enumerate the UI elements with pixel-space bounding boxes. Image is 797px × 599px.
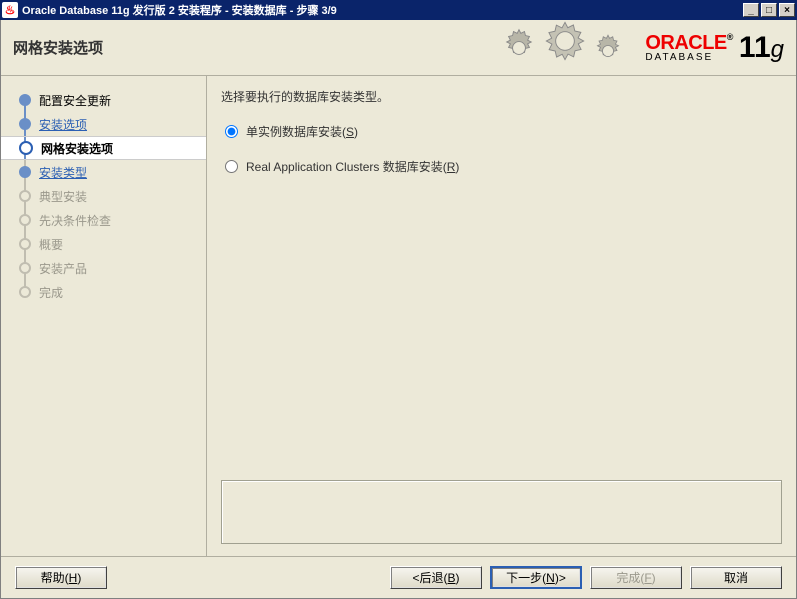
oracle-logo: ORACLE® DATABASE: [645, 33, 733, 63]
header: 网格安装选项 ORACLE® DATABASE 11g: [1, 20, 796, 76]
step-install-product: 安装产品: [1, 256, 206, 280]
finish-button: 完成(F): [590, 566, 682, 589]
version-label: 11g: [739, 31, 784, 65]
step-finish: 完成: [1, 280, 206, 304]
maximize-button[interactable]: □: [761, 3, 777, 17]
java-icon: ♨: [2, 2, 18, 18]
logo-sub: DATABASE: [645, 53, 733, 63]
logo-main: ORACLE: [645, 32, 726, 54]
main-panel: 选择要执行的数据库安装类型。 单实例数据库安装(S) Real Applicat…: [206, 76, 796, 556]
wizard-steps: 配置安全更新 安装选项 网格安装选项 安装类型 典型安装 先决条件检查 概要 安…: [1, 76, 206, 556]
option-rac[interactable]: Real Application Clusters 数据库安装(R): [221, 158, 782, 175]
step-install-options[interactable]: 安装选项: [1, 112, 206, 136]
install-type-prompt: 选择要执行的数据库安装类型。: [221, 88, 782, 105]
window-title: Oracle Database 11g 发行版 2 安装程序 - 安装数据库 -…: [22, 2, 743, 18]
radio-rac[interactable]: [225, 160, 238, 173]
step-typical-install: 典型安装: [1, 184, 206, 208]
titlebar: ♨ Oracle Database 11g 发行版 2 安装程序 - 安装数据库…: [0, 0, 797, 20]
gear-icon: [589, 32, 627, 70]
window-controls: _ □ ×: [743, 3, 795, 17]
step-prereq-check: 先决条件检查: [1, 208, 206, 232]
footer: 帮助(H) < 后退(B) 下一步(N) > 完成(F) 取消: [1, 556, 796, 598]
gear-icon: [497, 26, 541, 70]
label-rac[interactable]: Real Application Clusters 数据库安装(R): [246, 158, 459, 175]
step-config-security-updates[interactable]: 配置安全更新: [1, 88, 206, 112]
option-single-instance[interactable]: 单实例数据库安装(S): [221, 123, 782, 140]
help-button[interactable]: 帮助(H): [15, 566, 107, 589]
gear-icon: [537, 20, 593, 76]
step-grid-install-options: 网格安装选项: [1, 136, 206, 160]
cancel-button[interactable]: 取消: [690, 566, 782, 589]
step-summary: 概要: [1, 232, 206, 256]
close-button[interactable]: ×: [779, 3, 795, 17]
message-area: [221, 480, 782, 544]
back-button[interactable]: < 后退(B): [390, 566, 482, 589]
gears-decoration: [489, 24, 639, 72]
label-single-instance[interactable]: 单实例数据库安装(S): [246, 123, 358, 140]
step-install-type[interactable]: 安装类型: [1, 160, 206, 184]
header-graphic: ORACLE® DATABASE 11g: [444, 24, 784, 72]
minimize-button[interactable]: _: [743, 3, 759, 17]
radio-single-instance[interactable]: [225, 125, 238, 138]
next-button[interactable]: 下一步(N) >: [490, 566, 582, 589]
page-title: 网格安装选项: [13, 37, 444, 58]
